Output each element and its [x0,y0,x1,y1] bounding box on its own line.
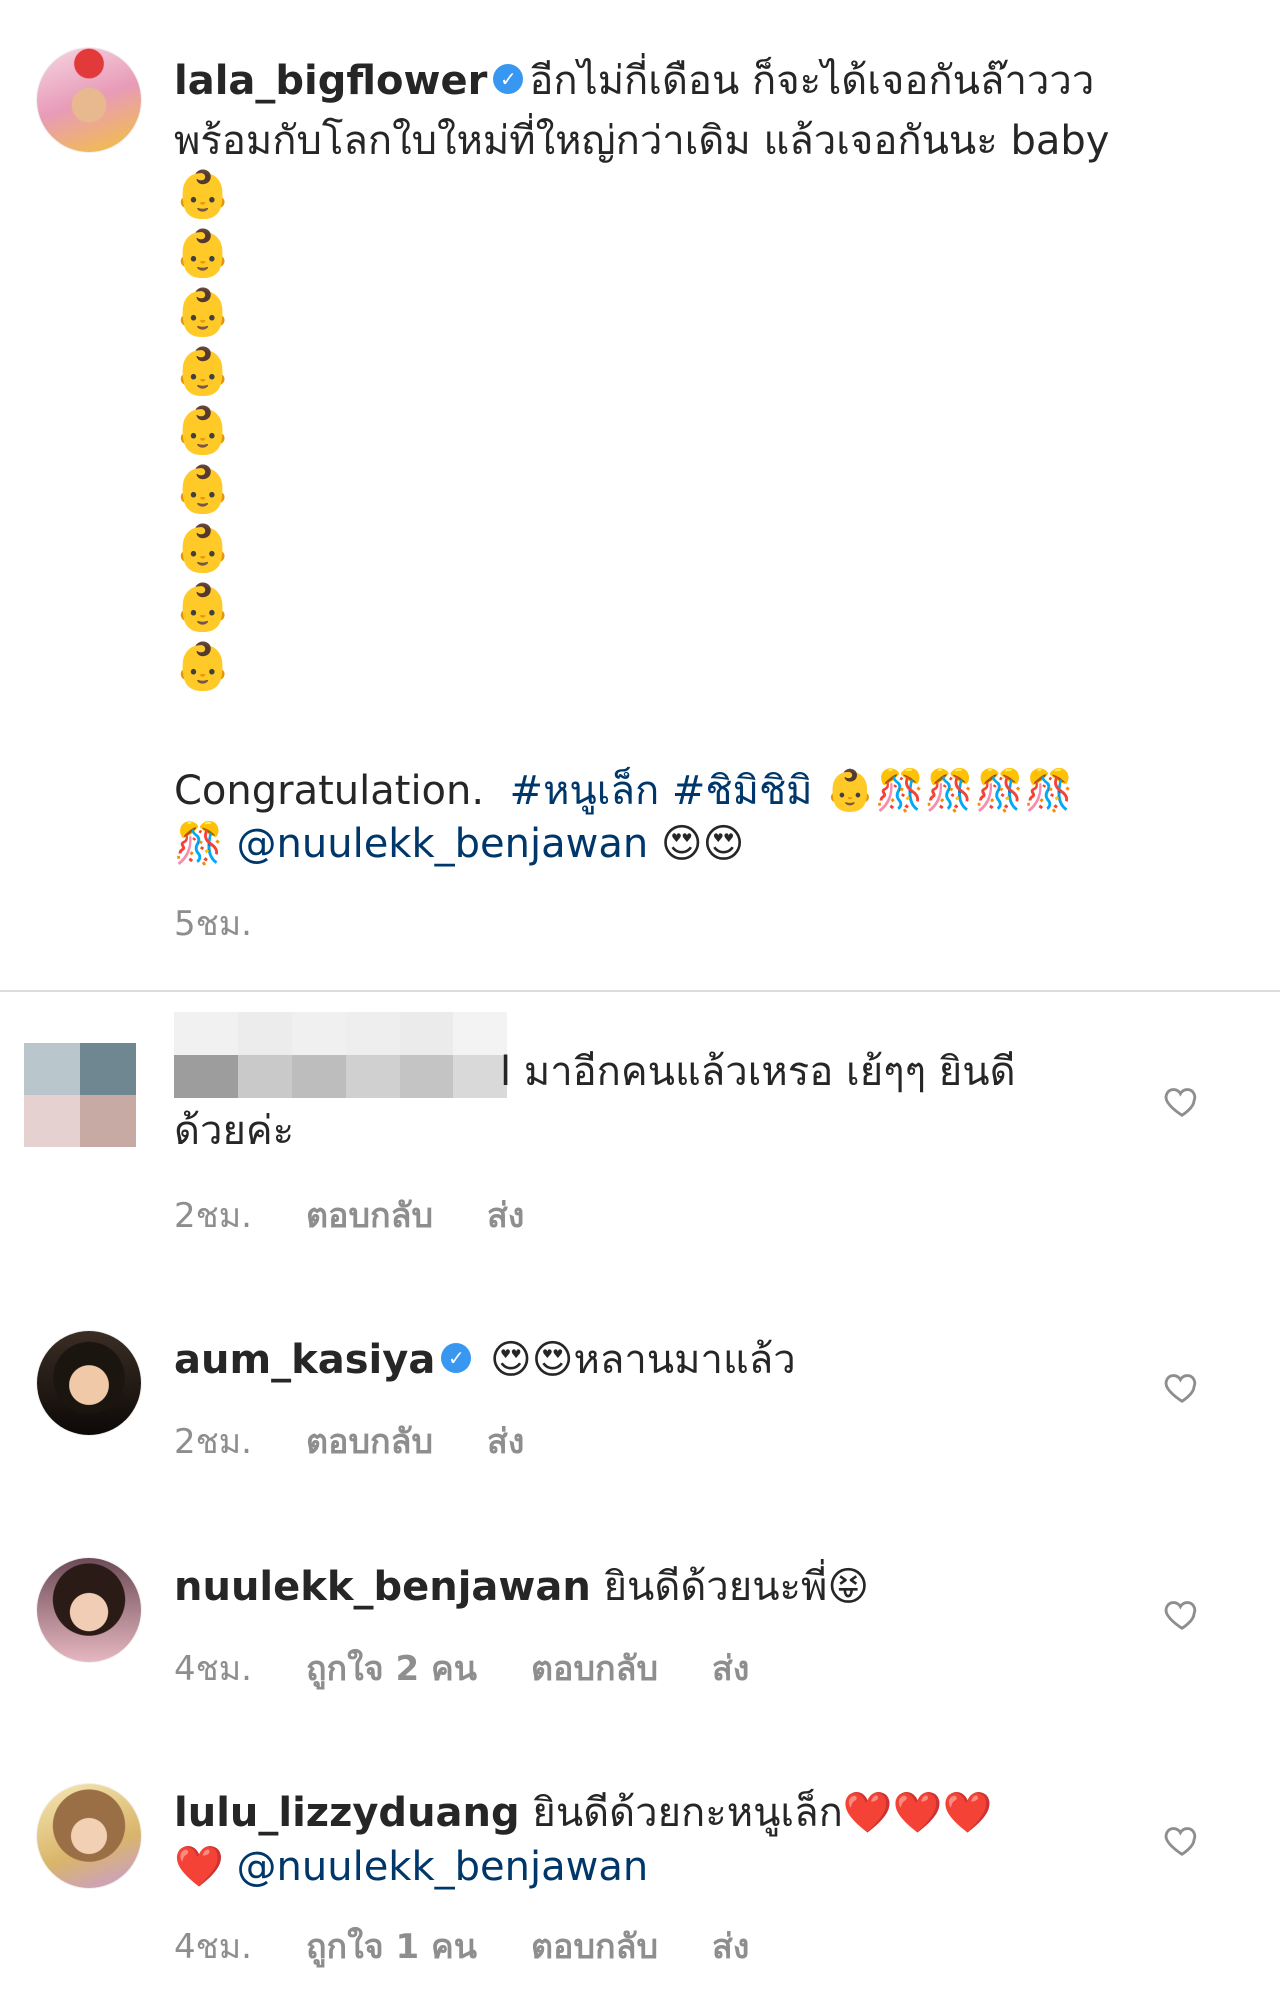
baby-emoji: 👶 [174,403,232,457]
red-heart-emoji: ❤️ [174,1844,224,1890]
post-username[interactable]: lala_bigflower [174,58,487,104]
baby-emoji: 👶 [174,580,232,634]
red-heart-emoji: ❤️ [842,1790,893,1836]
caption-line-1: lala_bigflower ✓ อีกไม่กี่เดือน ก็จะได้เจอ… [174,52,1094,110]
love-eyes-emoji: 😍 [660,821,703,867]
baby-emoji: 👶 [174,285,232,339]
red-heart-emoji: ❤️ [892,1790,943,1836]
reply-button[interactable]: ตอบกลับ [531,1927,658,1967]
avatar-lulu-lizzyduang[interactable] [37,1784,141,1888]
baby-emoji: 👶 [174,167,232,221]
congrats-text: Congratulation. [174,768,485,814]
confetti-emoji: 🎊 [1024,768,1075,814]
comment-time: 2ชม. [174,1196,252,1236]
comment-text: ยินดีด้วยกะหนูเล็ก [532,1790,843,1836]
comment-username[interactable]: lulu_lizzyduang [174,1790,520,1836]
reply-button[interactable]: ตอบกลับ [306,1422,433,1462]
comment-3-text: nuulekk_benjawan ยินดีด้วยนะพี่😝 [174,1558,869,1616]
post-time[interactable]: 5ชม. [174,904,252,944]
comment-4-meta: 4ชม. ถูกใจ 1 คน ตอบกลับ ส่ง [174,1919,803,1973]
comment-time: 4ชม. [174,1927,252,1967]
send-button[interactable]: ส่ง [487,1196,524,1236]
censored-username [174,1012,507,1098]
squinting-tongue-emoji: 😝 [827,1564,870,1610]
post-meta: 5ชม. [174,896,306,950]
send-button[interactable]: ส่ง [712,1927,749,1967]
likes-count[interactable]: ถูกใจ 1 คน [306,1927,477,1967]
verified-badge-icon: ✓ [441,1343,472,1373]
heart-like-icon[interactable] [1163,1595,1201,1633]
love-eyes-emoji: 😍 [702,821,745,867]
comment-1-text-line2: ด้วยค่ะ [174,1102,294,1160]
comment-username[interactable]: aum_kasiya [174,1337,435,1383]
avatar-lala-bigflower[interactable] [37,48,141,152]
comment-1-meta: 2ชม. ตอบกลับ ส่ง [174,1188,578,1242]
caption-text-2: พร้อมกับโลกใบใหม่ที่ใหญ่กว่าเดิม แล้วเจอ… [174,118,1110,164]
send-button[interactable]: ส่ง [487,1422,524,1462]
send-button[interactable]: ส่ง [712,1649,749,1689]
love-eyes-emoji: 😍 [531,1337,574,1383]
comment-time: 2ชม. [174,1422,252,1462]
censored-avatar [24,1043,136,1147]
mention-nuulekk[interactable]: @nuulekk_benjawan [237,821,649,867]
hashtag-chimi[interactable]: #ชิมิชิมิ [672,768,813,814]
caption-line-2: พร้อมกับโลกใบใหม่ที่ใหญ่กว่าเดิม แล้วเจอ… [174,112,1109,170]
confetti-emoji: 🎊 [924,768,975,814]
avatar-nuulekk-benjawan[interactable] [37,1558,141,1662]
avatar-aum-kasiya[interactable] [37,1331,141,1435]
hashtag-nulek[interactable]: #หนูเล็ก [510,768,660,814]
comment-1-text-line1: l มาอีกคนแล้วเหรอ เย้ๆๆ ยินดี [500,1043,1016,1101]
comment-text: ยินดีด้วยนะพี่ [603,1564,828,1610]
comment-4-text-line1: lulu_lizzyduang ยินดีด้วยกะหนูเล็ก❤️❤️❤️ [174,1784,992,1842]
comment-4-text-line2: ❤️ @nuulekk_benjawan [174,1838,648,1896]
baby-emoji-column: 👶 👶 👶 👶 👶 👶 👶 👶 👶 [174,165,234,696]
heart-like-icon[interactable] [1163,1082,1201,1120]
comment-username[interactable]: nuulekk_benjawan [174,1564,591,1610]
confetti-emoji: 🎊 [174,821,224,867]
caption-line-mention: 🎊 @nuulekk_benjawan 😍😍 [174,815,744,873]
baby-emoji: 👶 [174,226,232,280]
heart-like-icon[interactable] [1163,1368,1201,1406]
verified-badge-icon: ✓ [493,64,524,94]
comment-time: 4ชม. [174,1649,252,1689]
baby-emoji: 👶 [174,639,232,693]
divider [0,990,1280,992]
baby-emoji: 👶 [174,344,232,398]
confetti-emoji: 🎊 [974,768,1025,814]
likes-count[interactable]: ถูกใจ 2 คน [306,1649,477,1689]
red-heart-emoji: ❤️ [942,1790,993,1836]
heart-like-icon[interactable] [1163,1821,1201,1859]
baby-emoji: 👶 [174,521,232,575]
reply-button[interactable]: ตอบกลับ [306,1196,433,1236]
comment-text: ด้วยค่ะ [174,1108,295,1154]
mention-nuulekk[interactable]: @nuulekk_benjawan [237,1844,649,1890]
baby-emoji: 👶 [174,462,232,516]
confetti-emoji: 🎊 [874,768,925,814]
reply-button[interactable]: ตอบกลับ [531,1649,658,1689]
comment-text: หลานมาแล้ว [573,1337,796,1383]
comment-3-meta: 4ชม. ถูกใจ 2 คน ตอบกลับ ส่ง [174,1641,803,1695]
comment-text: l มาอีกคนแล้วเหรอ เย้ๆๆ ยินดี [500,1049,1016,1095]
caption-text-1: อีกไม่กี่เดือน ก็จะได้เจอกันล๊าววว [529,58,1095,104]
love-eyes-emoji: 😍 [490,1337,532,1383]
caption-line-congrats: Congratulation. #หนูเล็ก #ชิมิชิมิ 👶🎊🎊🎊🎊 [174,762,1074,820]
comment-2-text: aum_kasiya ✓ 😍😍หลานมาแล้ว [174,1331,796,1389]
baby-emoji: 👶 [825,768,875,814]
comment-2-meta: 2ชม. ตอบกลับ ส่ง [174,1414,578,1468]
